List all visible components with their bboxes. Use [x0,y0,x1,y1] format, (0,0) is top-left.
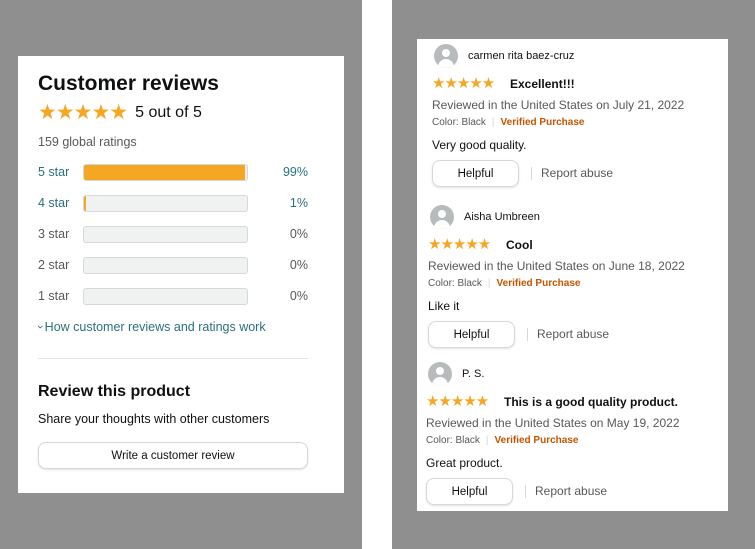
section-divider [38,358,308,359]
average-rating[interactable]: ★★★★★ 5 out of 5 [38,102,202,123]
review-date: Reviewed in the United States on May 19,… [426,416,680,430]
histogram-label: 2 star [38,258,70,272]
avatar-icon [434,44,458,68]
histogram-label[interactable]: 4 star [38,196,69,210]
reviewer-name[interactable]: Aisha Umbreen [464,211,540,223]
review-color: Color: Black [426,435,480,446]
action-divider [531,167,532,180]
review-body: Great product. [426,456,503,470]
histogram-row-2-star: 2 star 0% [38,257,308,275]
review-item: P. S. ★★★★★ This is a good quality produ… [426,362,716,512]
helpful-button[interactable]: Helpful [428,321,515,348]
review-color: Color: Black [428,278,482,289]
verified-purchase-badge: Verified Purchase [496,278,581,289]
action-divider [525,485,526,498]
review-product-subtitle: Share your thoughts with other customers [38,412,270,426]
avatar-icon [428,362,452,386]
histogram-bar-fill [84,165,246,180]
histogram-label: 1 star [38,289,70,303]
review-title[interactable]: This is a good quality product. [504,395,678,409]
histogram-bar [83,288,248,305]
histogram-percent: 0% [289,227,308,241]
histogram-label: 3 star [38,227,70,241]
customer-reviews-summary: Customer reviews ★★★★★ 5 out of 5 159 gl… [18,56,344,493]
histogram-row-4-star[interactable]: 4 star 1% [38,195,308,213]
review-item: carmen rita baez-cruz ★★★★★ Excellent!!!… [432,44,722,194]
histogram-bar-fill [84,196,86,211]
helpful-button[interactable]: Helpful [432,160,519,187]
histogram-bar [83,226,248,243]
histogram-row-5-star[interactable]: 5 star 99% [38,164,308,182]
report-abuse-link[interactable]: Report abuse [541,166,613,180]
review-date: Reviewed in the United States on July 21… [432,98,685,112]
chevron-down-icon: › [33,325,46,329]
rating-text: 5 out of 5 [135,103,202,121]
review-title[interactable]: Cool [506,238,533,252]
five-star-rating-icon[interactable]: ★★★★★ [432,76,495,91]
review-item: Aisha Umbreen ★★★★★ Cool Reviewed in the… [428,205,718,355]
review-list: carmen rita baez-cruz ★★★★★ Excellent!!!… [417,39,728,511]
review-color: Color: Black [432,117,486,128]
histogram-row-3-star: 3 star 0% [38,226,308,244]
reviewer-name[interactable]: carmen rita baez-cruz [468,50,574,62]
review-variant: Color: Black | Verified Purchase [428,278,581,289]
five-star-rating-icon: ★★★★★ [38,101,128,124]
global-ratings-count: 159 global ratings [38,135,137,149]
five-star-rating-icon[interactable]: ★★★★★ [426,394,489,409]
customer-reviews-title: Customer reviews [38,72,219,95]
how-reviews-work-link[interactable]: › How customer reviews and ratings work [34,320,266,334]
histogram-bar[interactable] [83,164,248,181]
report-abuse-link[interactable]: Report abuse [535,484,607,498]
review-variant: Color: Black | Verified Purchase [426,435,579,446]
histogram-bar [83,257,248,274]
reviewer-name[interactable]: P. S. [462,368,484,380]
how-reviews-work-text: How customer reviews and ratings work [44,320,266,334]
avatar-icon [430,205,454,229]
review-body: Very good quality. [432,138,527,152]
histogram-label[interactable]: 5 star [38,165,69,179]
five-star-rating-icon[interactable]: ★★★★★ [428,237,491,252]
review-title[interactable]: Excellent!!! [510,77,575,91]
histogram-percent: 0% [289,289,308,303]
histogram-bar[interactable] [83,195,248,212]
helpful-button[interactable]: Helpful [426,478,513,505]
review-date: Reviewed in the United States on June 18… [428,259,685,273]
report-abuse-link[interactable]: Report abuse [537,327,609,341]
review-variant: Color: Black | Verified Purchase [432,117,585,128]
action-divider [527,328,528,341]
review-body: Like it [428,299,460,313]
histogram-row-1-star: 1 star 0% [38,288,308,306]
histogram-percent[interactable]: 99% [283,165,308,179]
write-review-button[interactable]: Write a customer review [38,442,308,469]
verified-purchase-badge: Verified Purchase [494,435,579,446]
histogram-percent: 0% [289,258,308,272]
verified-purchase-badge: Verified Purchase [500,117,585,128]
histogram-percent[interactable]: 1% [290,196,308,210]
review-product-title: Review this product [38,383,191,400]
